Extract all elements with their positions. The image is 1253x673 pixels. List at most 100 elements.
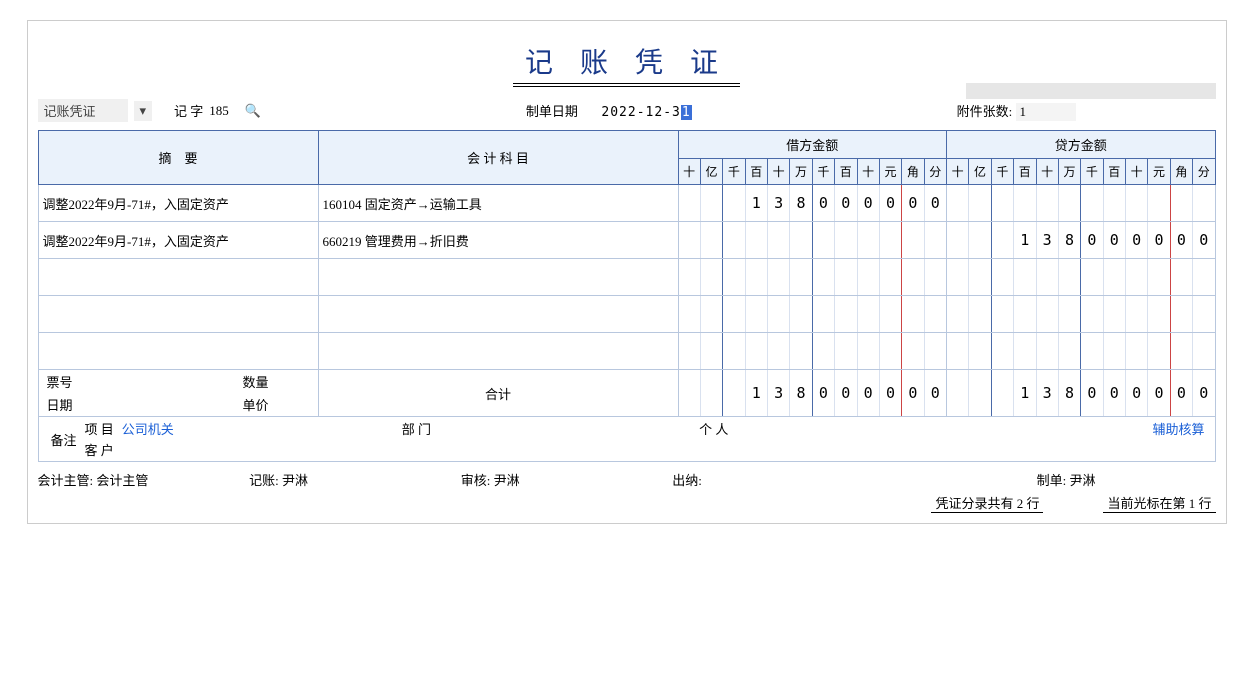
account-cell[interactable]: 660219 管理费用→折旧费 [318, 222, 678, 259]
reviewer-value: 尹淋 [494, 473, 520, 488]
digit-cell: 0 [1081, 370, 1103, 416]
digit-cell: 3 [768, 185, 790, 221]
digit-cell [925, 333, 946, 369]
digit-cell [1059, 296, 1081, 332]
digit-cell: 0 [858, 185, 880, 221]
summary-cell[interactable]: 调整2022年9月-71#，入固定资产 [38, 185, 318, 222]
decorative-bar [966, 83, 1216, 99]
credit-cell[interactable] [947, 185, 1216, 222]
digit-cell [813, 259, 835, 295]
digit-cell [992, 259, 1014, 295]
digit-cell: 0 [880, 370, 902, 416]
voucher-container: 记 账 凭 证 记账凭证 ▾ 记 字 185 🔍 制单日期 2022-12-31… [27, 20, 1227, 524]
digit-cell [992, 222, 1014, 258]
entry-row[interactable] [38, 296, 1215, 333]
digit-cell [1081, 259, 1103, 295]
digit-cell: 0 [835, 185, 857, 221]
digit-cell [992, 296, 1014, 332]
debit-cell[interactable] [678, 296, 947, 333]
digit-cell [1104, 333, 1126, 369]
digit-cell [1104, 259, 1126, 295]
digit-cell [1126, 296, 1148, 332]
attachments-input[interactable]: 1 [1016, 103, 1076, 121]
digit-cell: 0 [902, 370, 924, 416]
inv-date-label: 日期 [47, 395, 243, 414]
digit-cell [1126, 333, 1148, 369]
debit-cell[interactable] [678, 333, 947, 370]
digit-cell [925, 259, 946, 295]
digit-cell [947, 370, 969, 416]
digit-cell [969, 185, 991, 221]
digit-cell: 0 [880, 185, 902, 221]
digit-cell [1193, 296, 1214, 332]
digit-cell: 1 [1014, 222, 1036, 258]
digit-cell [925, 296, 946, 332]
digit-cell [746, 333, 768, 369]
digit-cell: 0 [1126, 222, 1148, 258]
credit-cell[interactable]: 138000000 [947, 222, 1216, 259]
digit-cell: 0 [1104, 370, 1126, 416]
project-link[interactable]: 公司机关 [122, 419, 174, 438]
digit-cell [1037, 296, 1059, 332]
voucher-type-dropdown-icon[interactable]: ▾ [134, 101, 153, 121]
reviewer-label: 审核: [461, 473, 491, 488]
digit-cell [790, 296, 812, 332]
unit-header: 千 [723, 159, 745, 185]
unit-header: 百 [835, 159, 857, 185]
debit-cell[interactable]: 138000000 [678, 185, 947, 222]
digit-cell [969, 222, 991, 258]
digit-cell [969, 333, 991, 369]
digit-cell [858, 333, 880, 369]
summary-cell[interactable] [38, 296, 318, 333]
digit-cell: 0 [1193, 222, 1214, 258]
date-input[interactable]: 2022-12-31 [601, 105, 691, 120]
signers-row: 会计主管: 会计主管 记账: 尹淋 审核: 尹淋 出纳: 制单: 尹淋 [38, 470, 1216, 489]
debit-cell[interactable] [678, 222, 947, 259]
entry-row[interactable] [38, 259, 1215, 296]
credit-cell[interactable] [947, 296, 1216, 333]
account-cell[interactable] [318, 259, 678, 296]
voucher-type-select[interactable]: 记账凭证 [38, 99, 128, 122]
unit-header: 十 [1036, 159, 1058, 185]
account-cell[interactable] [318, 296, 678, 333]
account-cell[interactable]: 160104 固定资产→运输工具 [318, 185, 678, 222]
digit-cell: 1 [746, 185, 768, 221]
digit-cell [969, 259, 991, 295]
entry-row[interactable]: 调整2022年9月-71#，入固定资产660219 管理费用→折旧费138000… [38, 222, 1215, 259]
header-debit: 借方金额 [678, 131, 947, 159]
summary-cell[interactable]: 调整2022年9月-71#，入固定资产 [38, 222, 318, 259]
digit-cell [947, 259, 969, 295]
cashier-label: 出纳: [672, 473, 702, 488]
digit-cell [902, 222, 924, 258]
unit-header: 角 [1170, 159, 1192, 185]
unit-header: 千 [991, 159, 1013, 185]
account-cell[interactable] [318, 333, 678, 370]
digit-cell: 0 [925, 185, 946, 221]
date-cursor: 1 [681, 105, 692, 120]
aux-accounting-link[interactable]: 辅助核算 [1152, 419, 1204, 438]
digit-cell [813, 222, 835, 258]
debit-cell[interactable] [678, 259, 947, 296]
digit-cell [880, 296, 902, 332]
unit-header: 十 [678, 159, 700, 185]
digit-cell [746, 296, 768, 332]
credit-cell[interactable] [947, 333, 1216, 370]
digit-cell [1059, 185, 1081, 221]
header-account: 会 计 科 目 [318, 131, 678, 185]
entry-row[interactable] [38, 333, 1215, 370]
digit-cell [902, 296, 924, 332]
customer-label: 客 户 [85, 440, 114, 459]
digit-cell [790, 222, 812, 258]
summary-cell[interactable] [38, 333, 318, 370]
digit-cell [992, 370, 1014, 416]
digit-cell [679, 333, 701, 369]
entry-row[interactable]: 调整2022年9月-71#，入固定资产160104 固定资产→运输工具13800… [38, 185, 1215, 222]
summary-cell[interactable] [38, 259, 318, 296]
unit-header: 亿 [969, 159, 991, 185]
voucher-no-value[interactable]: 185 [209, 103, 229, 119]
project-label: 项 目 [85, 419, 114, 438]
credit-cell[interactable] [947, 259, 1216, 296]
digit-cell [768, 222, 790, 258]
search-icon[interactable]: 🔍 [245, 103, 261, 119]
digit-cell [1148, 185, 1170, 221]
